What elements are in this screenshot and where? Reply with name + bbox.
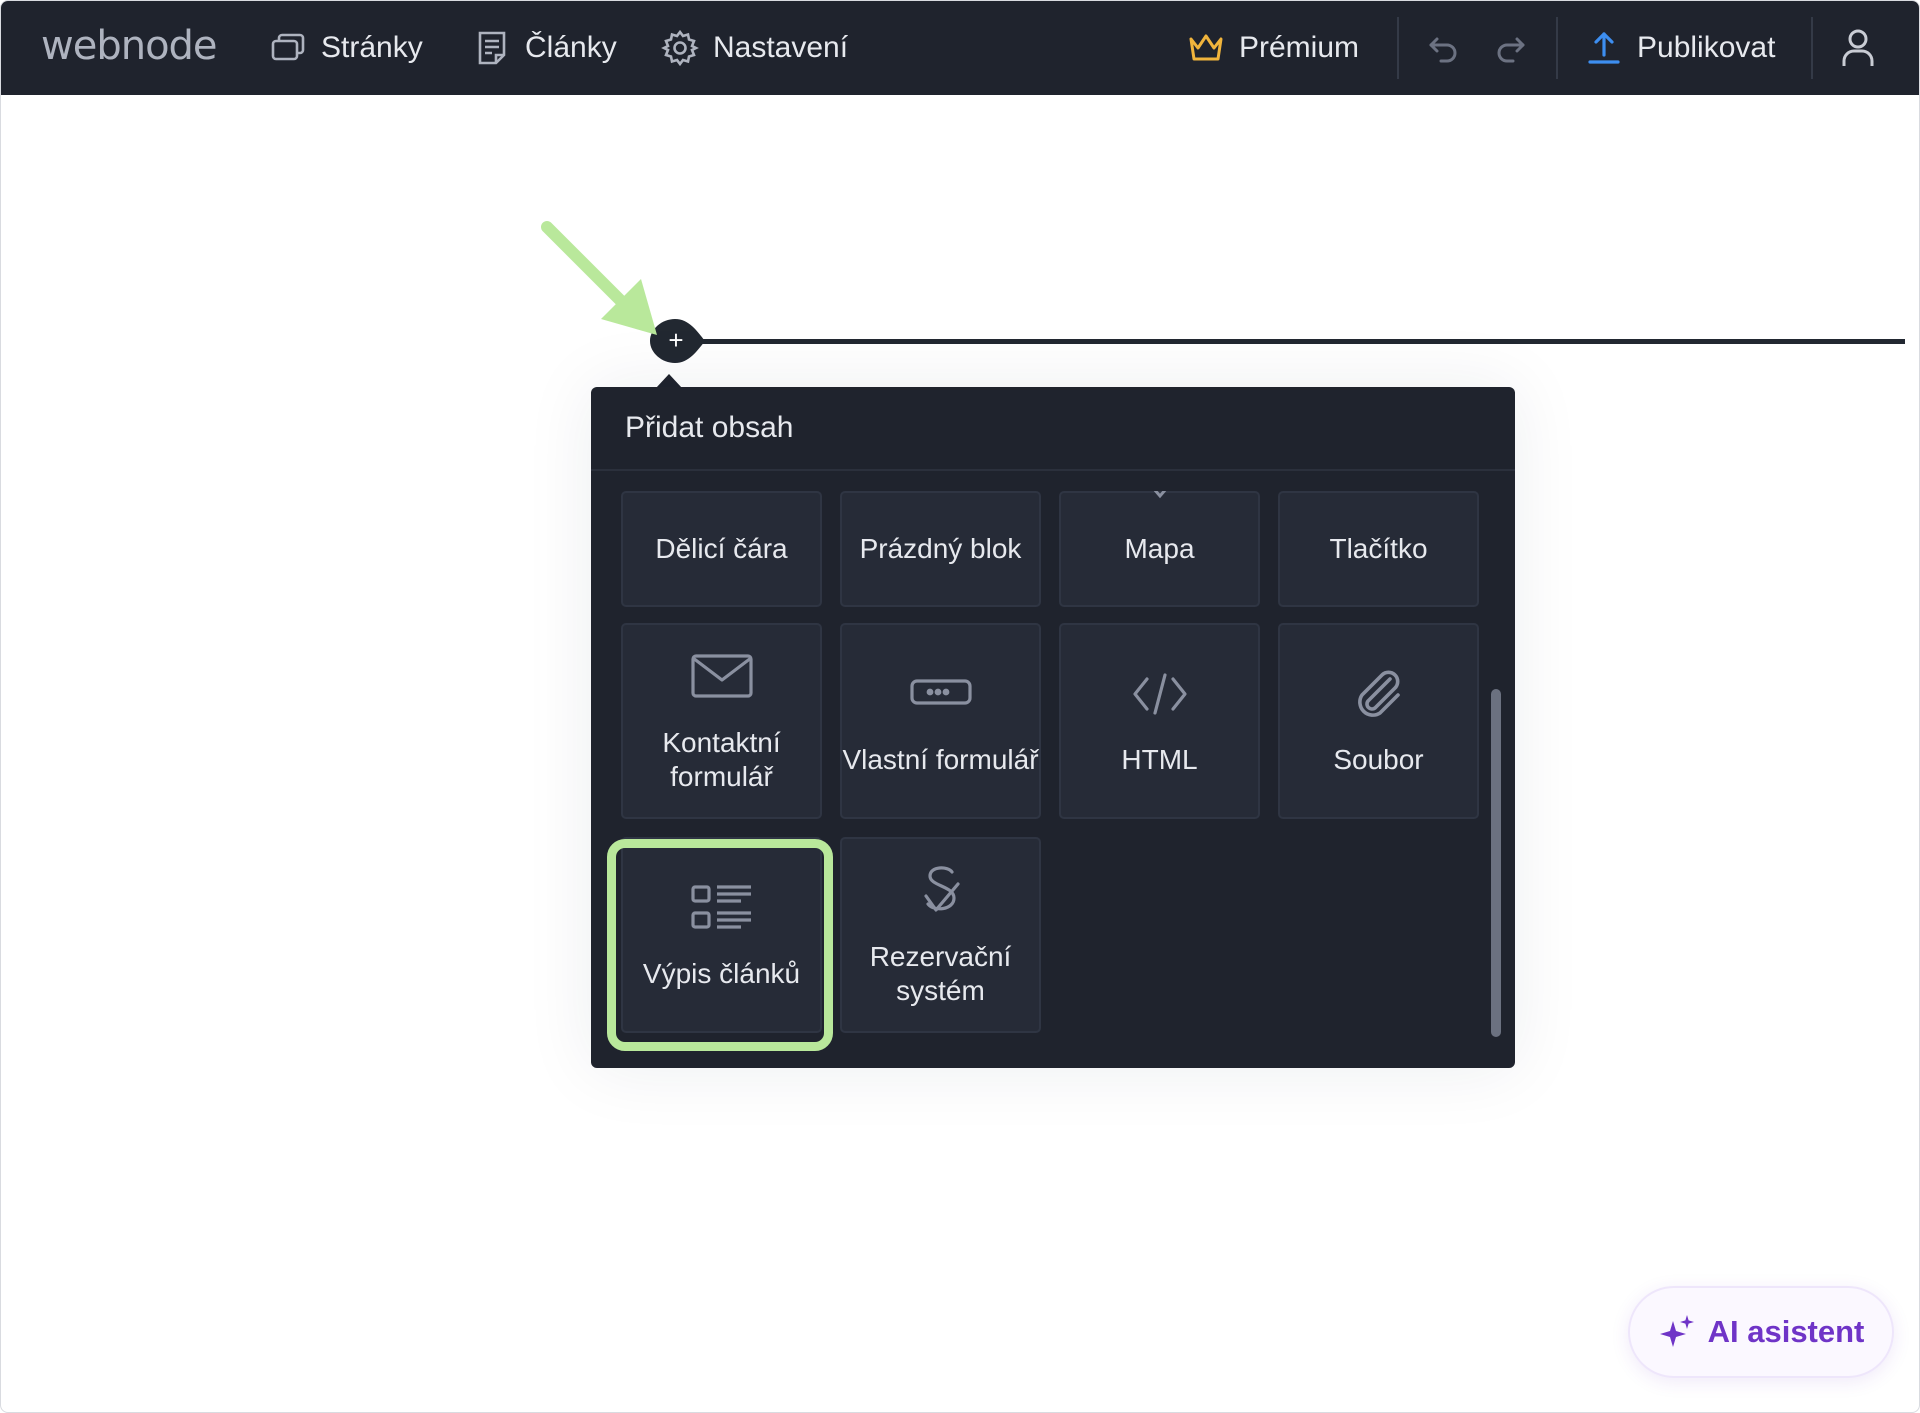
upload-icon [1588, 32, 1620, 64]
add-content-popup: Přidat obsah Dělicí čára Prázdný blok Ma… [591, 387, 1515, 1068]
ai-assistant-label: AI asistent [1707, 1314, 1865, 1349]
nav-articles[interactable]: Články [473, 1, 617, 95]
form-field-icon [909, 679, 972, 705]
tile-custom-form[interactable]: Vlastní formulář [840, 623, 1041, 819]
tile-contact-form[interactable]: Kontaktní formulář [621, 623, 822, 819]
ai-assistant-button[interactable]: AI asistent [1628, 1286, 1894, 1378]
tile-article-list[interactable]: Výpis článků [621, 837, 822, 1033]
editor-window: webnode Stránky Články Nastavení Prémium… [0, 0, 1920, 1413]
tile-html[interactable]: HTML [1059, 623, 1260, 819]
premium-button[interactable]: Prémium [1187, 1, 1359, 95]
empty-block-icon [911, 491, 971, 499]
paperclip-icon [1357, 670, 1400, 717]
user-icon [1842, 29, 1874, 66]
nav-settings[interactable]: Nastavení [661, 1, 848, 95]
map-pin-icon [1153, 491, 1166, 499]
tile-label: HTML [1121, 744, 1198, 775]
publish-label: Publikovat [1637, 31, 1776, 64]
toolbar-divider [1811, 17, 1813, 79]
tile-button[interactable]: Tlačítko [1278, 491, 1479, 607]
envelope-icon [690, 654, 753, 698]
nav-settings-label: Nastavení [713, 31, 849, 64]
premium-label: Prémium [1239, 31, 1360, 64]
article-icon [478, 31, 506, 65]
publish-button[interactable]: Publikovat [1585, 1, 1775, 95]
reservation-icon [923, 866, 960, 912]
account-button[interactable] [1827, 1, 1889, 95]
popup-scrollbar[interactable] [1491, 689, 1501, 1037]
sparkle-icon [1659, 1315, 1694, 1347]
toolbar-divider [1556, 17, 1558, 79]
tile-file[interactable]: Soubor [1278, 623, 1479, 819]
tile-empty-block[interactable]: Prázdný blok [840, 491, 1041, 607]
tile-label: Soubor [1333, 744, 1424, 775]
tile-label: Výpis článků [642, 958, 801, 989]
redo-button[interactable] [1481, 1, 1541, 95]
section-divider-line [691, 339, 1905, 344]
nav-pages[interactable]: Stránky [269, 1, 423, 95]
nav-pages-label: Stránky [321, 31, 423, 64]
tile-label: Prázdný blok [859, 533, 1022, 564]
top-bar: webnode Stránky Články Nastavení Prémium… [1, 1, 1919, 95]
popup-caret-icon [656, 374, 682, 388]
redo-icon [1497, 37, 1525, 63]
tile-label: Tlačítko [1329, 533, 1428, 564]
crown-icon [1189, 34, 1223, 61]
gear-icon [661, 29, 699, 67]
nav-articles-label: Články [525, 31, 617, 64]
tile-label: Vlastní formulář [842, 744, 1039, 775]
code-icon [1132, 673, 1187, 715]
tile-divider[interactable]: Dělicí čára [621, 491, 822, 607]
tile-label: Kontaktní formulář [662, 727, 781, 792]
webnode-logo[interactable]: webnode [41, 23, 218, 69]
toolbar-divider [1397, 17, 1399, 79]
tile-map[interactable]: Mapa [1059, 491, 1260, 607]
undo-button[interactable] [1413, 1, 1473, 95]
popup-title: Přidat obsah [591, 387, 1515, 471]
pages-icon [271, 33, 305, 61]
article-list-icon [690, 885, 751, 929]
undo-icon [1429, 37, 1457, 63]
tile-label: Dělicí čára [655, 533, 788, 564]
tile-label: Rezervační systém [869, 941, 1012, 1006]
content-tile-grid[interactable]: Dělicí čára Prázdný blok Mapa Tlačítko K… [591, 491, 1491, 1051]
pointer-arrow-icon [541, 221, 657, 335]
tile-label: Mapa [1124, 533, 1195, 564]
tile-reservation[interactable]: Rezervační systém [840, 837, 1041, 1033]
